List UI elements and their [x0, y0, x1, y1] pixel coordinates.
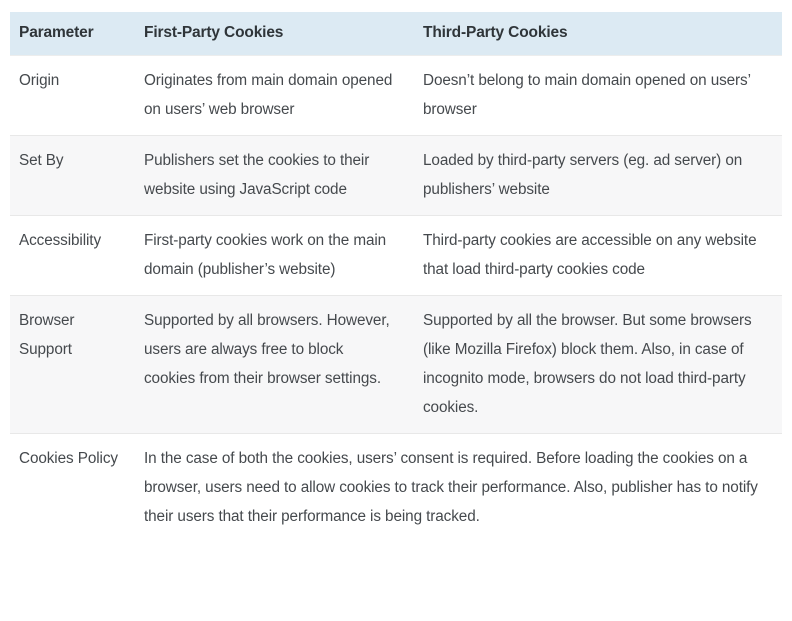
comparison-table-container: Parameter First-Party Cookies Third-Part… [10, 12, 782, 542]
cell-third-party: Third-party cookies are accessible on an… [416, 214, 782, 296]
table-row: Cookies Policy In the case of both the c… [10, 432, 782, 542]
cell-parameter: Accessibility [10, 214, 137, 296]
cell-first-party: Publishers set the cookies to their webs… [137, 134, 416, 216]
table-body: Origin Originates from main domain opene… [10, 54, 782, 542]
table-row: Origin Originates from main domain opene… [10, 54, 782, 136]
table-header: Parameter First-Party Cookies Third-Part… [10, 12, 782, 56]
cell-parameter: Origin [10, 54, 137, 136]
column-header-parameter: Parameter [10, 12, 137, 56]
table-header-row: Parameter First-Party Cookies Third-Part… [10, 12, 782, 56]
column-header-first-party-cookies: First-Party Cookies [137, 12, 416, 56]
comparison-table: Parameter First-Party Cookies Third-Part… [10, 12, 782, 542]
table-row: Browser Support Supported by all browser… [10, 294, 782, 434]
cell-first-party: Originates from main domain opened on us… [137, 54, 416, 136]
cell-cookies-policy-combined: In the case of both the cookies, users’ … [137, 432, 782, 542]
cell-third-party: Loaded by third-party servers (eg. ad se… [416, 134, 782, 216]
column-header-third-party-cookies: Third-Party Cookies [416, 12, 782, 56]
table-row: Set By Publishers set the cookies to the… [10, 134, 782, 216]
cell-parameter: Set By [10, 134, 137, 216]
cell-parameter: Cookies Policy [10, 432, 137, 542]
cell-third-party: Doesn’t belong to main domain opened on … [416, 54, 782, 136]
table-row: Accessibility First-party cookies work o… [10, 214, 782, 296]
cell-first-party: First-party cookies work on the main dom… [137, 214, 416, 296]
cell-third-party: Supported by all the browser. But some b… [416, 294, 782, 434]
cell-first-party: Supported by all browsers. However, user… [137, 294, 416, 434]
cell-parameter: Browser Support [10, 294, 137, 434]
